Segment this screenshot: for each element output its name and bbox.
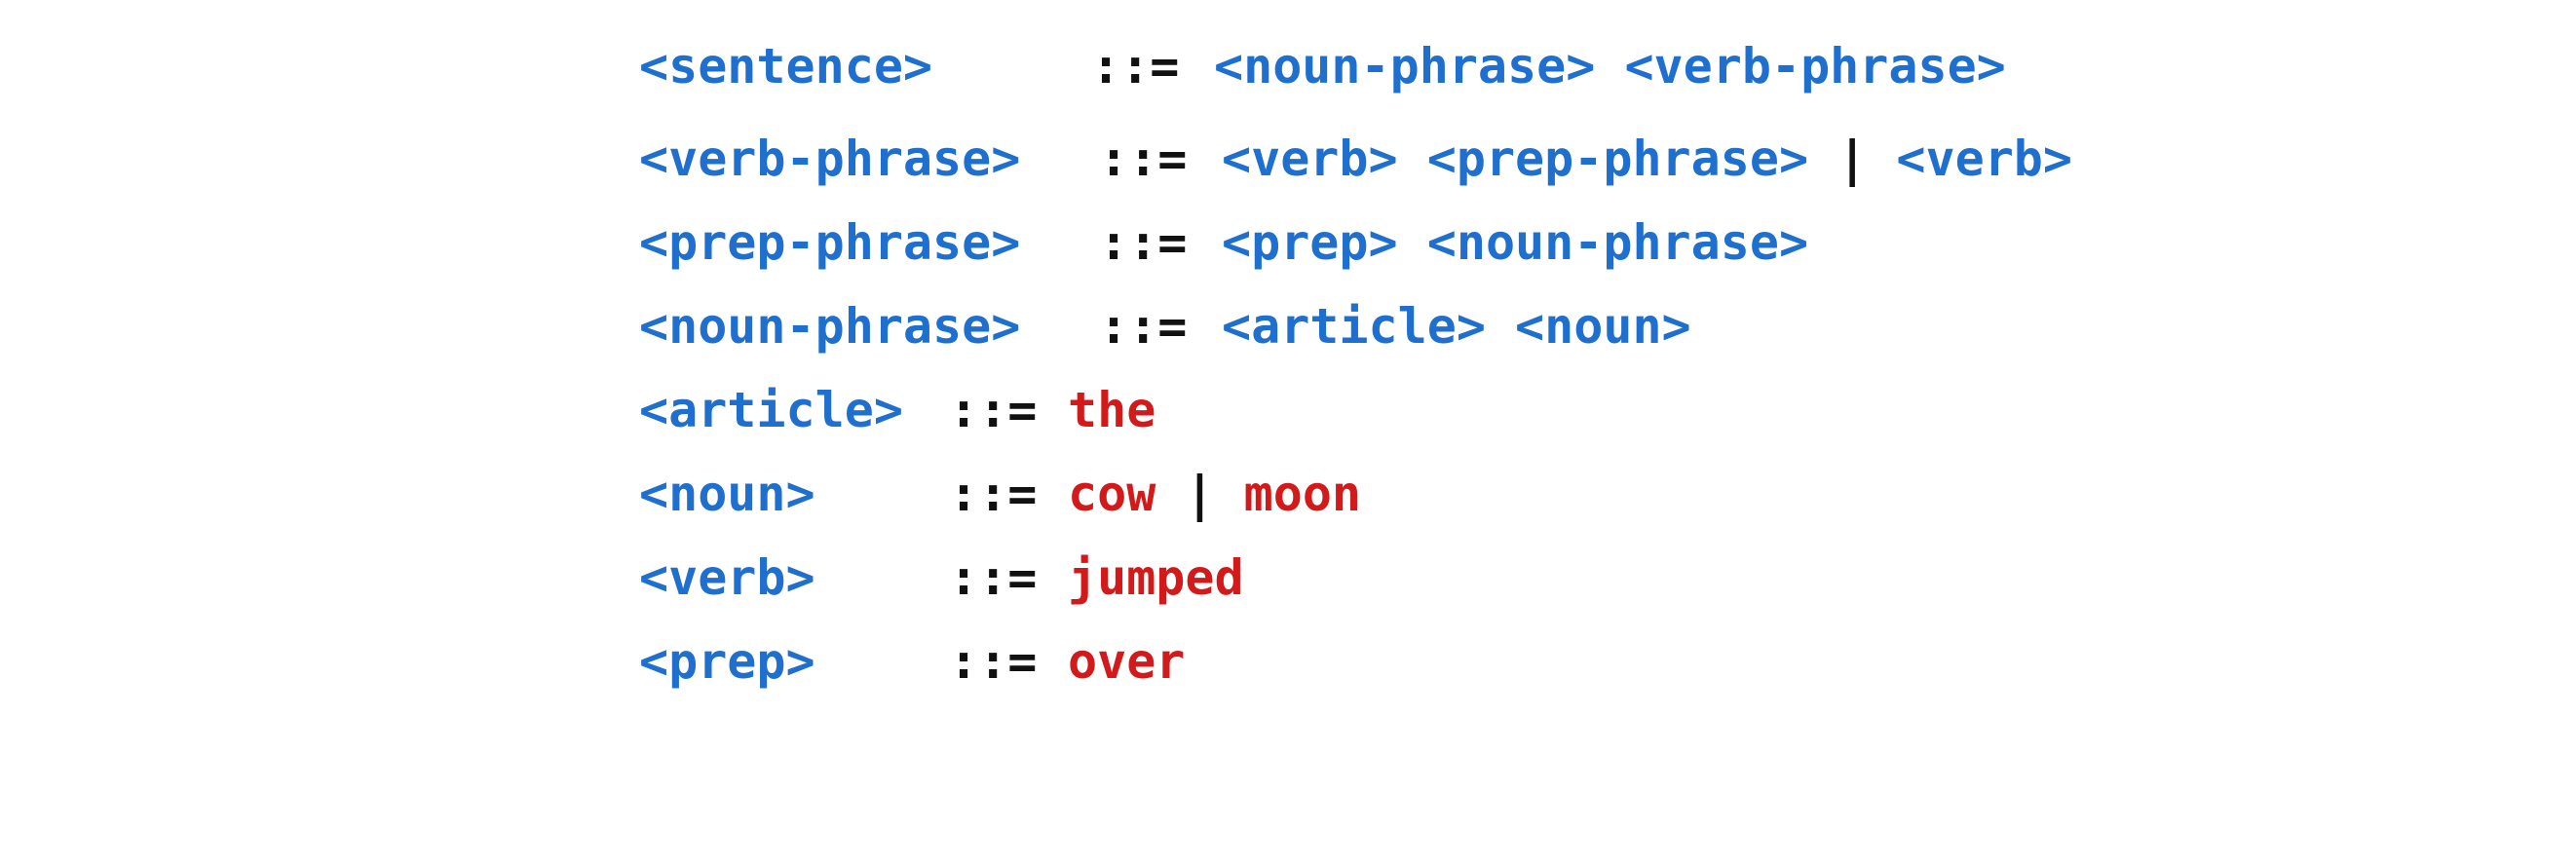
rule-definition-operator: ::= bbox=[949, 466, 1038, 522]
rule-rhs: jumped bbox=[1068, 548, 1244, 607]
rule-rhs: <article> <noun> bbox=[1222, 297, 1691, 356]
rule-rhs: <noun-phrase> <verb-phrase> bbox=[1214, 37, 2006, 95]
rhs-nonterminal: <prep-phrase> bbox=[1426, 131, 1809, 187]
rule-lhs: <noun> bbox=[639, 466, 815, 522]
grammar-rule-prep: <prep> ::= over bbox=[639, 632, 1185, 866]
rhs-terminal: moon bbox=[1243, 466, 1362, 522]
rule-rhs: the bbox=[1068, 381, 1155, 439]
rhs-terminal: jumped bbox=[1068, 549, 1244, 606]
rule-lhs: <prep-phrase> bbox=[639, 214, 1021, 271]
rule-lhs: <noun-phrase> bbox=[639, 298, 1021, 355]
rule-rhs: over bbox=[1068, 632, 1185, 691]
rhs-terminal: the bbox=[1068, 382, 1156, 438]
rule-rhs: cow | moon bbox=[1068, 465, 1361, 523]
rhs-nonterminal: <article> bbox=[1222, 298, 1486, 355]
rhs-nonterminal: <noun-phrase> bbox=[1214, 38, 1596, 94]
rule-definition-operator: ::= bbox=[949, 382, 1038, 438]
rhs-nonterminal: <noun> bbox=[1515, 298, 1691, 355]
rule-definition-operator: ::= bbox=[1099, 131, 1188, 187]
rule-rhs: <verb> <prep-phrase> | <verb> bbox=[1222, 130, 2072, 188]
alternation-symbol: | bbox=[1155, 466, 1244, 522]
rhs-nonterminal: <prep> bbox=[1222, 214, 1398, 271]
rule-definition-operator: ::= bbox=[949, 549, 1038, 606]
rule-lhs: <verb-phrase> bbox=[639, 131, 1021, 187]
rule-definition-operator: ::= bbox=[1099, 298, 1188, 355]
rule-rhs: <prep> <noun-phrase> bbox=[1222, 213, 1808, 272]
rule-lhs: <sentence> bbox=[639, 38, 933, 94]
rhs-nonterminal: <verb> bbox=[1896, 131, 2073, 187]
rhs-nonterminal: <noun-phrase> bbox=[1426, 214, 1809, 271]
alternation-symbol: | bbox=[1808, 131, 1897, 187]
rhs-terminal: over bbox=[1068, 633, 1186, 690]
rhs-terminal: cow bbox=[1068, 466, 1156, 522]
rule-definition-operator: ::= bbox=[949, 633, 1038, 690]
rule-lhs: <prep> bbox=[639, 633, 815, 690]
grammar-page: { "grammar": { "rules": [ { "lhs": "<sen… bbox=[0, 0, 2576, 723]
rule-lhs: <article> bbox=[639, 382, 903, 438]
rule-definition-operator: ::= bbox=[1099, 214, 1188, 271]
rhs-nonterminal: <verb-phrase> bbox=[1624, 38, 2006, 94]
rhs-nonterminal: <verb> bbox=[1222, 131, 1398, 187]
rule-definition-operator: ::= bbox=[1091, 38, 1180, 94]
rule-lhs: <verb> bbox=[639, 549, 815, 606]
